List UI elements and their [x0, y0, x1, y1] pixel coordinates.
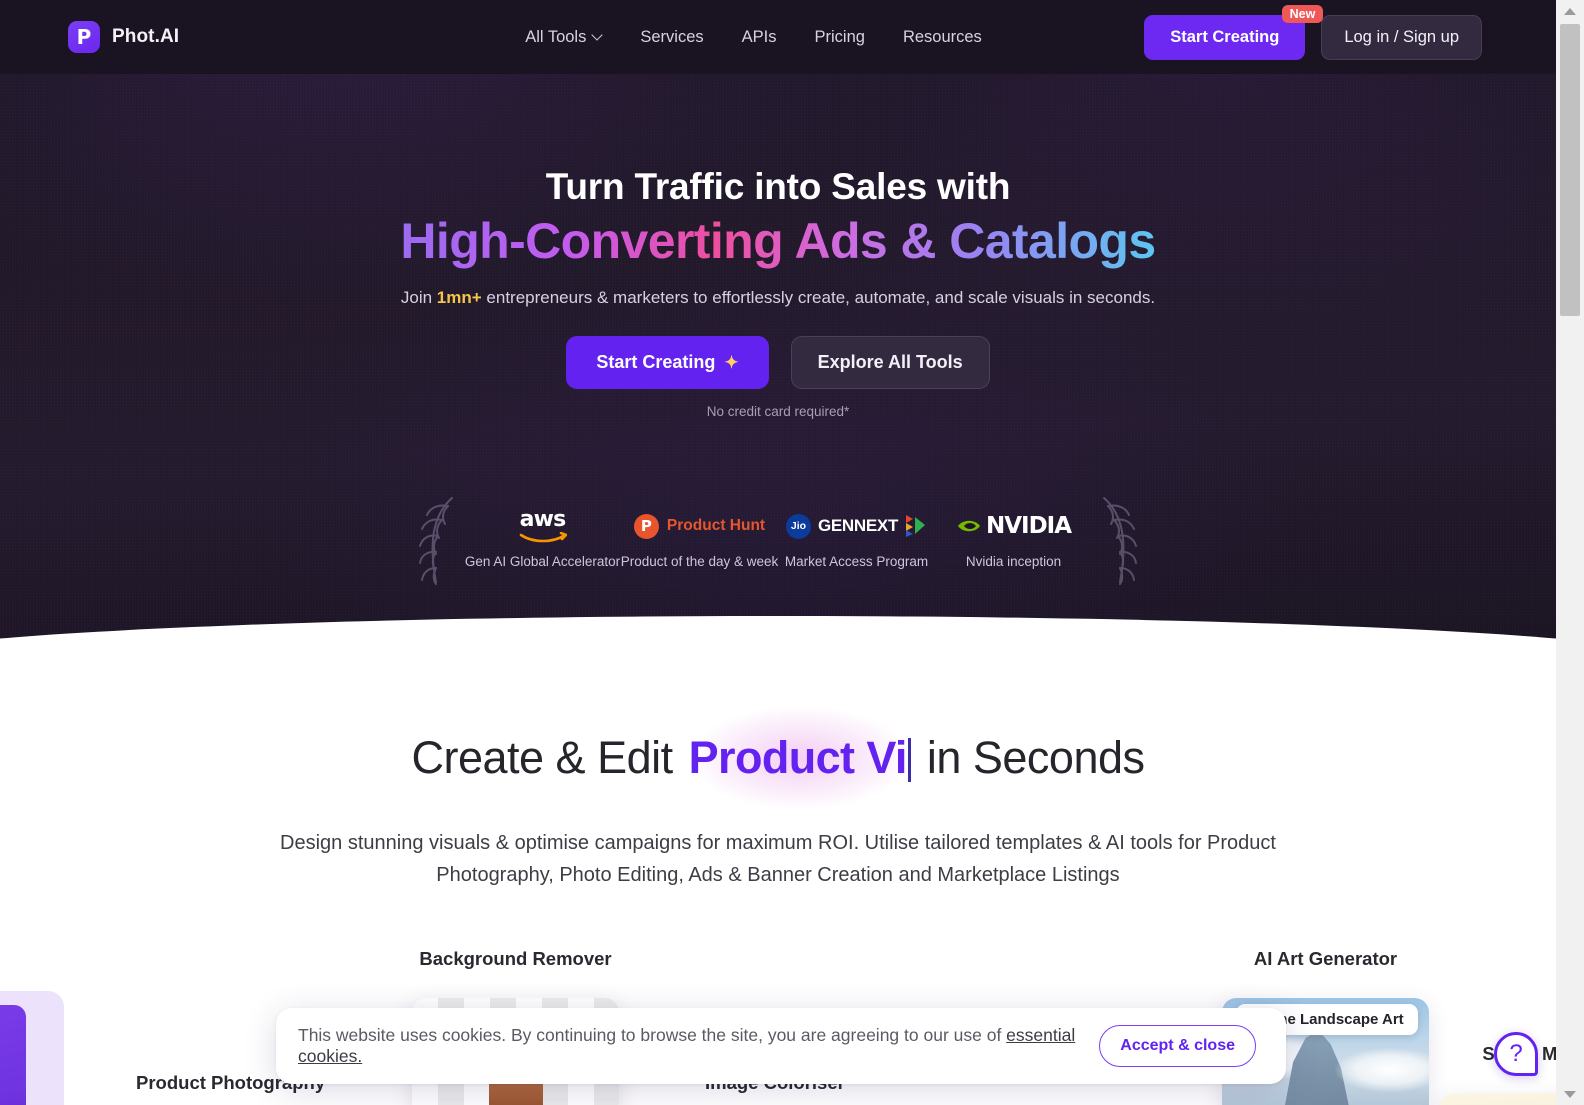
jio-gennext-logo-icon: Jio GENNEXT	[785, 511, 927, 541]
nav-start-creating-button[interactable]: Start Creating New	[1144, 4, 1324, 60]
badge-product-hunt-caption: Product of the day & week	[620, 554, 779, 570]
brand-logo[interactable]: P Phot.AI	[68, 21, 179, 53]
sparkle-icon: ✦	[724, 353, 739, 373]
no-credit-card-note: No credit card required*	[706, 404, 850, 420]
hero-subtitle: Join 1mn+ entrepreneurs & marketers to e…	[0, 288, 1556, 308]
hero-explore-all-tools-button[interactable]: Explore All Tools	[790, 336, 990, 390]
social-media-thumbnail	[1440, 1093, 1556, 1105]
brand-name: Phot.AI	[112, 26, 180, 47]
accolade-badges: aws Gen AI Global Accelerator P Product …	[0, 492, 1556, 588]
hero-headline-line2: High-Converting Ads & Catalogs	[400, 213, 1156, 270]
promo-card[interactable]: MDEN HOWFEE	[0, 991, 64, 1105]
section-title: Create & Edit Product Vi in Seconds	[0, 690, 1556, 826]
product-hunt-logo-icon: P Product Hunt	[633, 511, 766, 541]
tool-card-social-media-image	[1440, 1093, 1556, 1105]
badge-product-hunt: P Product Hunt Product of the day & week	[621, 511, 778, 569]
badge-jio-gennext-caption: Market Access Program	[784, 554, 929, 570]
page-scrollbar[interactable]	[1556, 0, 1584, 1105]
gennext-logo-text: GENNEXT	[817, 516, 899, 536]
product-hunt-mark-icon: P	[633, 513, 659, 539]
nav-item-pricing[interactable]: Pricing	[815, 28, 865, 47]
badge-nvidia: NVIDIA Nvidia inception	[935, 511, 1092, 569]
help-button[interactable]: ?	[1494, 1032, 1538, 1076]
hero-subtitle-pre: Join	[400, 288, 437, 308]
cloud-shape-2	[1335, 1048, 1429, 1092]
chevron-down-icon	[593, 31, 602, 40]
nav-start-creating-label: Start Creating	[1170, 27, 1280, 46]
scroll-up-arrow-icon[interactable]	[1556, 0, 1584, 22]
cookie-consent-message: This website uses cookies. By continuing…	[298, 1025, 1007, 1045]
aws-logo-icon: aws	[519, 507, 567, 543]
hero-headline-line1: Turn Traffic into Sales with	[545, 166, 1011, 207]
promo-card-art: MDEN HOWFEE	[0, 1005, 26, 1105]
accept-and-close-button[interactable]: Accept & close	[1099, 1025, 1256, 1067]
section-title-pre: Create & Edit	[411, 732, 685, 783]
typewriter-caret-icon	[907, 738, 911, 782]
badge-nvidia-caption: Nvidia inception	[965, 554, 1062, 570]
hero-start-creating-label: Start Creating	[596, 352, 716, 373]
hero-content: Turn Traffic into Sales with High-Conver…	[0, 0, 1556, 588]
promo-card-frame: MDEN HOWFEE	[0, 991, 64, 1105]
tool-card-background-remover-title: Background Remover	[419, 948, 612, 969]
promo-card-line2: HOWFEE	[0, 1073, 26, 1105]
typewriter-text: Product Vi	[688, 732, 908, 783]
top-navbar: P Phot.AI All Tools Services APIs Pricin…	[0, 0, 1556, 74]
aws-smile-icon	[519, 532, 567, 543]
laurel-right-icon	[1103, 497, 1137, 586]
product-hunt-logo-text: Product Hunt	[666, 517, 766, 535]
badge-aws-caption: Gen AI Global Accelerator	[464, 554, 621, 570]
page-root: P Phot.AI All Tools Services APIs Pricin…	[0, 0, 1584, 1105]
gennext-chevrons-icon	[906, 515, 926, 538]
badge-list: aws Gen AI Global Accelerator P Product …	[464, 507, 1092, 570]
cookie-consent-banner: This website uses cookies. By continuing…	[276, 1008, 1286, 1084]
typewriter-highlight: Product Vi	[678, 690, 922, 826]
badge-jio-gennext: Jio GENNEXT Market Access Program	[778, 511, 935, 569]
nav-item-all-tools-label: All Tools	[525, 27, 587, 46]
nav-actions: Start Creating New Log in / Sign up	[1144, 4, 1482, 60]
laurel-left-icon	[419, 497, 453, 586]
cookie-consent-text: This website uses cookies. By continuing…	[298, 1025, 1099, 1067]
tool-card-ai-art-generator-title: AI Art Generator	[1253, 948, 1398, 969]
new-badge: New	[1281, 4, 1324, 23]
nvidia-eye-icon	[957, 521, 980, 532]
nav-item-services[interactable]: Services	[640, 28, 703, 47]
nvidia-logo-icon: NVIDIA	[956, 511, 1072, 541]
section-title-post: in Seconds	[914, 732, 1145, 783]
scrollbar-thumb[interactable]	[1560, 24, 1580, 316]
phot-ai-logo-icon: P	[68, 21, 100, 53]
nav-item-all-tools[interactable]: All Tools	[525, 28, 602, 47]
nav-links: All Tools Services APIs Pricing Resource…	[525, 28, 982, 47]
login-signup-button[interactable]: Log in / Sign up	[1321, 14, 1482, 60]
nav-item-apis[interactable]: APIs	[742, 28, 777, 47]
nvidia-logo-text: NVIDIA	[985, 513, 1072, 540]
badge-aws: aws Gen AI Global Accelerator	[464, 507, 621, 570]
browser-viewport: P Phot.AI All Tools Services APIs Pricin…	[0, 0, 1556, 1105]
nav-item-resources[interactable]: Resources	[903, 28, 982, 47]
section-subtitle: Design stunning visuals & optimise campa…	[280, 832, 1276, 887]
hero-subtitle-post: entrepreneurs & marketers to effortlessl…	[481, 288, 1156, 308]
hero-start-creating-button[interactable]: Start Creating ✦	[566, 336, 769, 390]
aws-logo-text: aws	[519, 507, 567, 533]
promo-card-line1: MDEN	[0, 1047, 26, 1068]
hero-subtitle-highlight: 1mn+	[436, 288, 482, 308]
jio-mark-icon: Jio	[785, 513, 811, 539]
hero-bottom-curve	[0, 616, 1556, 648]
hero-cta-row: Start Creating ✦ Explore All Tools	[0, 336, 1556, 390]
scroll-down-arrow-icon[interactable]	[1556, 1083, 1584, 1105]
